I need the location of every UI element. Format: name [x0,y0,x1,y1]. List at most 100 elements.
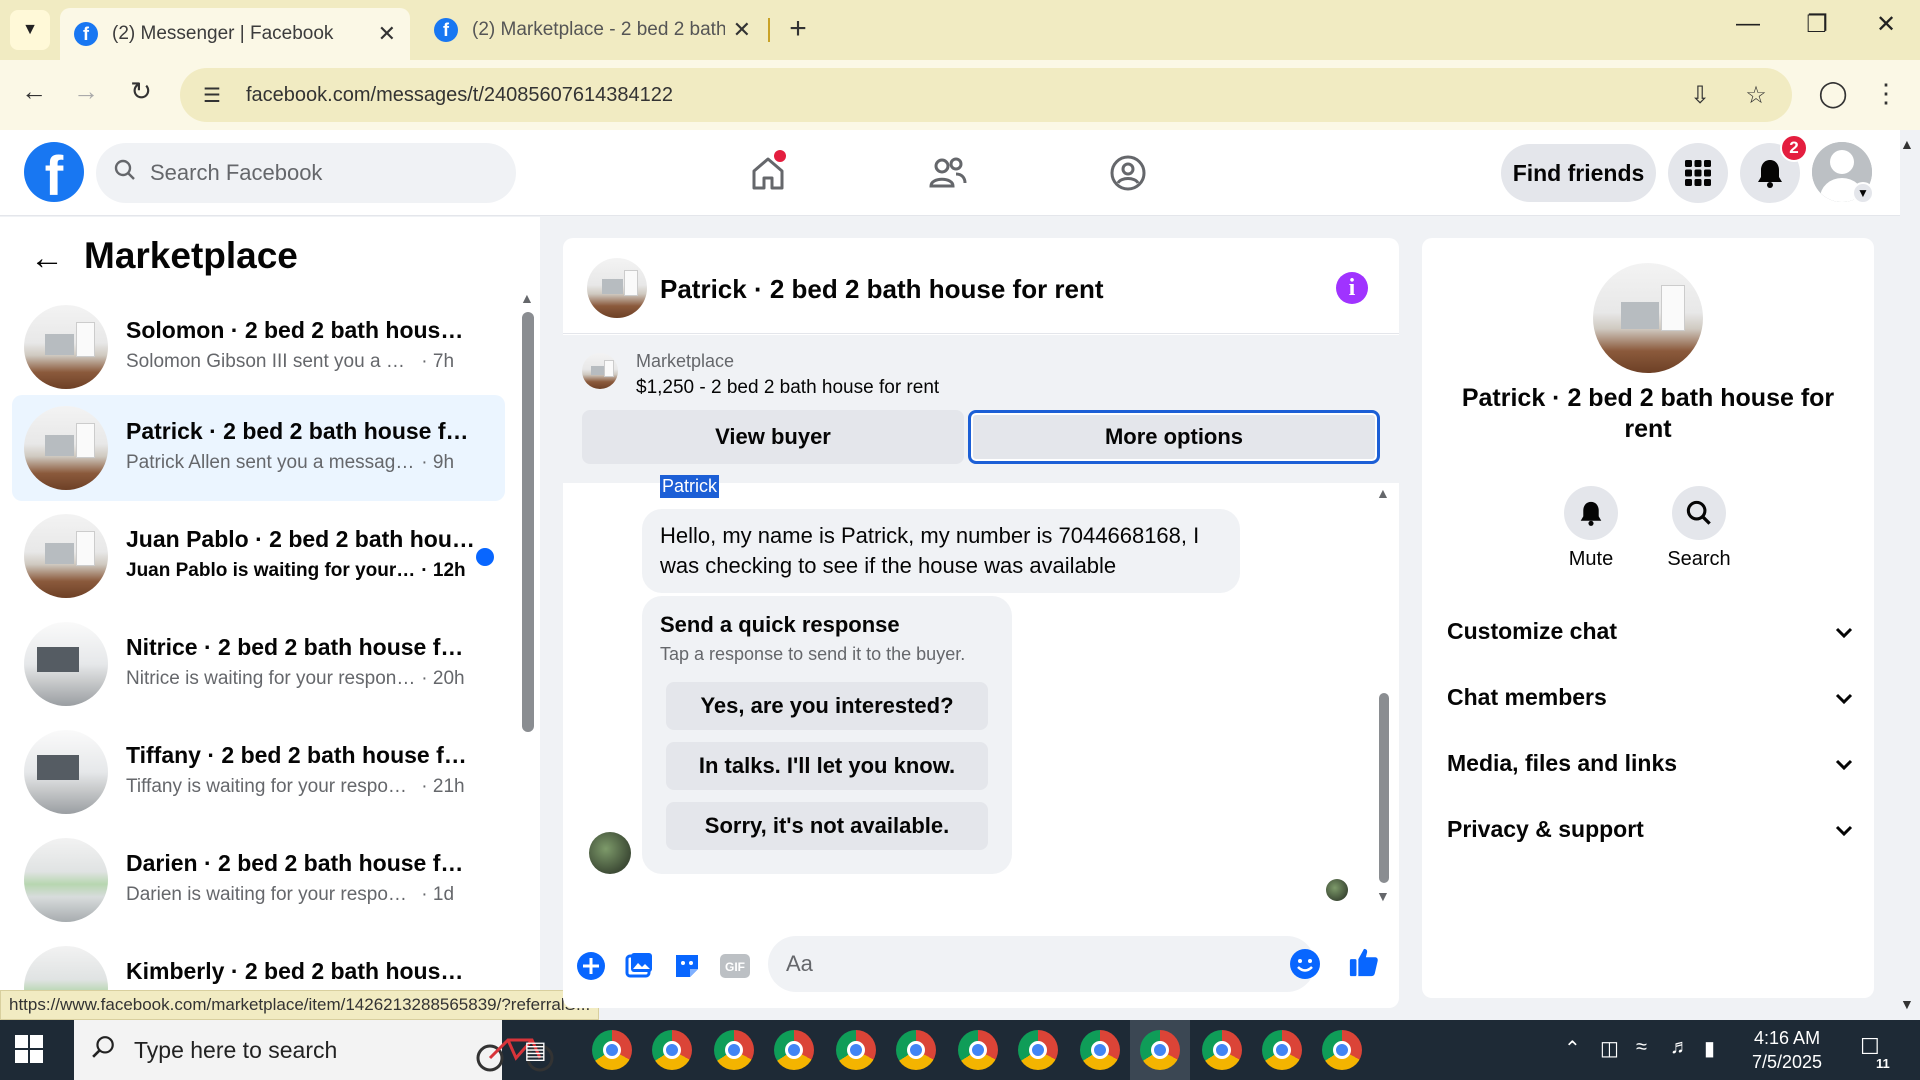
battery-icon[interactable]: ▮ [1704,1036,1715,1061]
quick-response-button[interactable]: Sorry, it's not available. [666,802,988,850]
chrome-app-icon[interactable] [1262,1030,1302,1070]
plus-circle-icon[interactable] [575,950,607,982]
gif-icon[interactable]: GIF [719,950,751,982]
conversation-item[interactable]: Nitrice · 2 bed 2 bath house for rent Ni… [12,611,505,717]
conversation-item[interactable]: Tiffany · 2 bed 2 bath house for rent Ti… [12,719,505,825]
tab-search-button[interactable]: ▼ [10,10,50,50]
restore-button[interactable]: ❐ [1797,10,1837,39]
notification-center-count: 11 [1876,1056,1890,1071]
sticker-icon[interactable] [671,950,703,982]
conversation-name: Tiffany · 2 bed 2 bath house for rent [126,742,476,768]
chrome-app-icon[interactable] [1080,1030,1120,1070]
account-chevron-icon[interactable]: ▼ [1852,182,1874,204]
scroll-up-arrow-icon[interactable]: ▲ [520,290,534,306]
minimize-button[interactable]: — [1728,10,1768,38]
taskbar-search-input[interactable]: Type here to search [74,1020,554,1080]
new-tab-button[interactable]: + [780,12,816,46]
bookmark-star-icon[interactable]: ☆ [1736,81,1776,110]
show-hidden-icons-icon[interactable]: ⌃ [1564,1036,1581,1061]
chrome-app-icon[interactable] [836,1030,876,1070]
reload-button[interactable]: ↻ [121,76,161,107]
devices-icon[interactable]: ◫ [1600,1036,1619,1061]
close-tab-icon[interactable]: ✕ [733,17,751,43]
conversation-list-scrollbar[interactable] [522,312,534,732]
listing-thumbnail [24,305,108,389]
info-icon[interactable]: i [1336,272,1368,304]
thumbs-up-icon[interactable] [1348,946,1380,978]
view-buyer-button[interactable]: View buyer [582,410,964,464]
menu-button[interactable] [1668,143,1728,203]
conversation-name: Kimberly · 2 bed 2 bath house for rent [126,958,476,984]
listing-thumbnail-large[interactable] [1593,263,1703,373]
quick-response-button[interactable]: Yes, are you interested? [666,682,988,730]
chrome-app-icon[interactable] [714,1030,754,1070]
emoji-icon[interactable] [1289,948,1321,980]
chrome-app-icon[interactable] [1018,1030,1058,1070]
listing-thumbnail [24,622,108,706]
chrome-app-icon[interactable] [592,1030,632,1070]
chrome-app-icon[interactable] [774,1030,814,1070]
close-window-button[interactable]: ✕ [1866,10,1906,39]
close-tab-icon[interactable]: ✕ [378,21,396,47]
install-app-icon[interactable]: ⇩ [1680,81,1720,110]
quick-response-button[interactable]: In talks. I'll let you know. [666,742,988,790]
message-input[interactable]: Aa [768,936,1315,992]
conversation-name: Patrick · 2 bed 2 bath house for rent [126,418,476,444]
windows-start-icon[interactable] [14,1034,48,1068]
conversation-item[interactable]: Juan Pablo · 2 bed 2 bath house for rent… [12,503,505,609]
facebook-search-input[interactable]: Search Facebook [96,143,516,203]
listing-price[interactable]: $1,250 - 2 bed 2 bath house for rent [636,377,939,399]
friends-nav-button[interactable] [918,148,978,198]
groups-nav-button[interactable] [1098,148,1158,198]
task-view-icon[interactable]: ▤ [524,1036,547,1065]
chat-members-section[interactable]: Chat members [1447,677,1853,717]
chrome-app-icon[interactable] [652,1030,692,1070]
volume-icon[interactable]: ♬ [1670,1036,1690,1059]
home-nav-button[interactable] [738,148,798,198]
message-bubble[interactable]: Hello, my name is Patrick, my number is … [642,509,1240,593]
facebook-logo[interactable]: f [24,142,84,202]
sender-name: Patrick [660,475,720,498]
photo-icon[interactable] [623,950,655,982]
chevron-down-icon [1835,618,1853,645]
scroll-up-arrow-icon[interactable]: ▲ [1376,485,1390,501]
back-button[interactable]: ← [14,76,54,107]
tab-messenger[interactable]: f (2) Messenger | Facebook ✕ [60,8,410,60]
customize-chat-section[interactable]: Customize chat [1447,611,1853,651]
chrome-app-icon[interactable] [1202,1030,1242,1070]
search-icon [114,159,136,187]
wifi-icon[interactable]: ≈ [1636,1036,1647,1059]
chrome-app-icon[interactable] [958,1030,998,1070]
site-info-icon[interactable]: ☰ [192,83,232,108]
svg-text:GIF: GIF [725,960,745,974]
forward-button[interactable]: → [66,76,106,107]
privacy-support-section[interactable]: Privacy & support [1447,809,1853,849]
conversation-item-selected[interactable]: Patrick · 2 bed 2 bath house for rent Pa… [12,395,505,501]
sender-avatar[interactable] [589,832,631,874]
mute-button[interactable]: Mute [1546,486,1636,571]
menu-kebab-icon[interactable]: ⋮ [1866,78,1906,109]
conversation-item[interactable]: Darien · 2 bed 2 bath house for rent Dar… [12,827,505,933]
search-conversation-button[interactable]: Search [1654,486,1744,571]
chrome-app-icon[interactable] [1140,1030,1180,1070]
scroll-down-arrow-icon[interactable]: ▼ [1376,888,1390,904]
tab-marketplace[interactable]: f (2) Marketplace - 2 bed 2 bath house f… [420,8,765,52]
taskbar-clock[interactable]: 4:16 AM 7/5/2025 [1752,1026,1822,1074]
address-bar[interactable]: ☰ facebook.com/messages/t/24085607614384… [180,68,1792,122]
chat-window: Patrick · 2 bed 2 bath house for rent i … [563,238,1399,1008]
chat-scrollbar[interactable] [1379,693,1389,883]
profile-icon[interactable]: ◯ [1813,78,1853,109]
url-text[interactable]: facebook.com/messages/t/2408560761438412… [246,84,1680,107]
chrome-app-icon[interactable] [1322,1030,1362,1070]
chat-title[interactable]: Patrick · 2 bed 2 bath house for rent [660,274,1104,305]
message-text-line: was checking to see if the house was ava… [660,553,1117,578]
page-scroll-down-icon[interactable]: ▼ [1900,996,1914,1012]
more-options-button[interactable]: More options [968,410,1380,464]
find-friends-button[interactable]: Find friends [1501,144,1656,202]
listing-thumbnail[interactable] [587,258,647,318]
media-files-links-section[interactable]: Media, files and links [1447,743,1853,783]
conversation-item[interactable]: Solomon · 2 bed 2 bath house for rent So… [12,294,505,400]
chrome-app-icon[interactable] [896,1030,936,1070]
back-arrow-icon[interactable]: ← [30,239,64,278]
page-scroll-up-icon[interactable]: ▲ [1900,136,1914,152]
